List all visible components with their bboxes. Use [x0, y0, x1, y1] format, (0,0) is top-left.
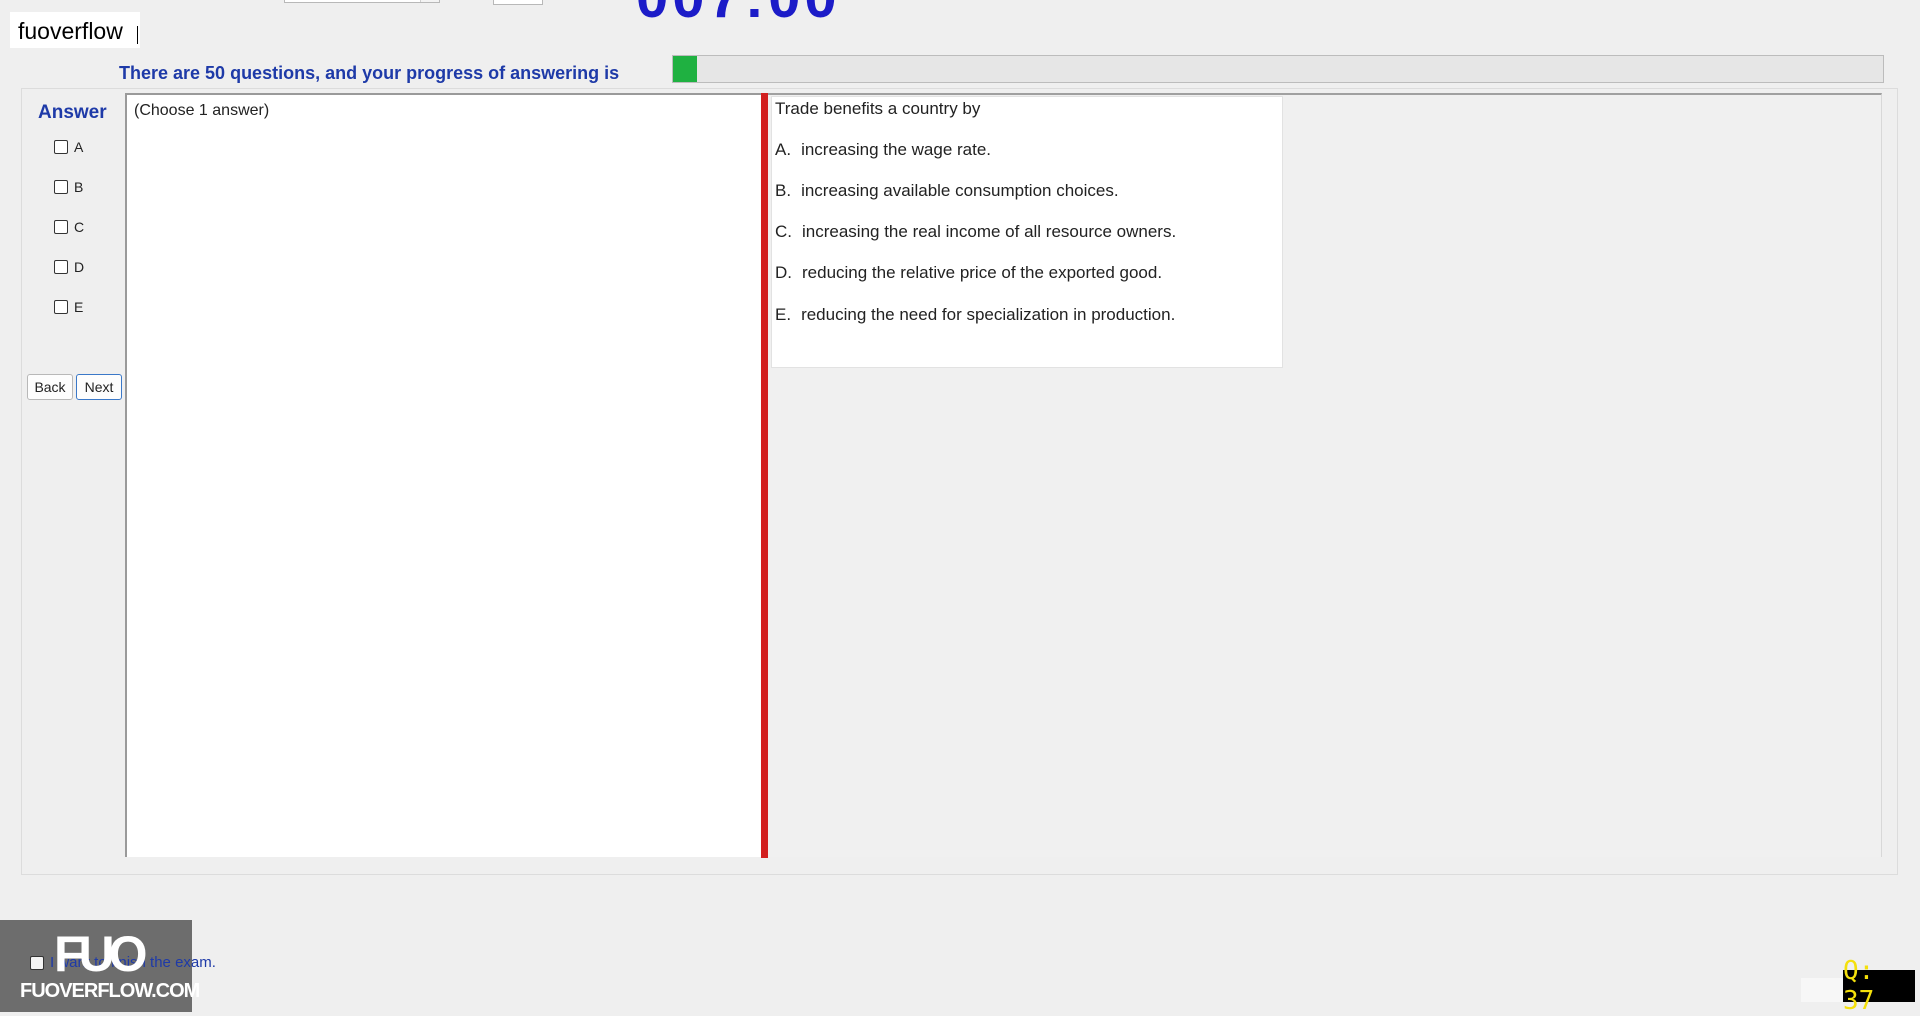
option-b[interactable]: B [54, 179, 83, 195]
answer-panel[interactable] [125, 93, 761, 857]
question-stem: Trade benefits a country by [775, 99, 981, 118]
site-label: fuoverflow [10, 12, 140, 48]
text-caret [136, 26, 138, 44]
site-label-text: fuoverflow [18, 18, 123, 44]
choice-letter: B. [775, 181, 792, 200]
choice-letter: C. [775, 222, 792, 241]
top-dropdown[interactable] [284, 0, 440, 3]
question-counter: Q: 37 [1843, 956, 1915, 1016]
finish-exam-checkbox[interactable] [30, 955, 44, 970]
option-c-checkbox[interactable] [54, 220, 68, 234]
option-e-checkbox[interactable] [54, 300, 68, 314]
splitter-divider[interactable] [761, 93, 768, 858]
option-d-checkbox[interactable] [54, 260, 68, 274]
progress-text: There are 50 questions, and your progres… [119, 63, 620, 83]
question-choice-a: A. increasing the wage rate. [775, 140, 991, 160]
choice-text: increasing the real income of all resour… [802, 222, 1177, 241]
option-d-label: D [74, 259, 85, 275]
back-button[interactable]: Back [27, 374, 73, 400]
choice-text: reducing the relative price of the expor… [802, 263, 1163, 282]
choice-text: increasing the wage rate. [801, 140, 992, 159]
counter-background [1801, 978, 1845, 1002]
option-b-checkbox[interactable] [54, 180, 68, 194]
next-button[interactable]: Next [76, 374, 122, 400]
option-c[interactable]: C [54, 219, 84, 235]
option-a-label: A [74, 139, 84, 155]
option-e-label: E [74, 299, 84, 315]
choice-text: increasing available consumption choices… [801, 181, 1119, 200]
question-choice-b: B. increasing available consumption choic… [775, 181, 1119, 201]
answer-hint: (Choose 1 answer) [134, 102, 270, 119]
option-e[interactable]: E [54, 299, 83, 315]
progress-fill [673, 56, 698, 82]
option-a-checkbox[interactable] [54, 140, 68, 154]
progress-bar [672, 55, 1884, 83]
choice-letter: D. [775, 263, 792, 282]
choice-text: reducing the need for specialization in … [801, 305, 1176, 324]
question-choice-d: D. reducing the relative price of the exp… [775, 263, 1162, 283]
option-d[interactable]: D [54, 259, 84, 275]
logo-text: FUOVERFLOW.COM [20, 980, 200, 1002]
choice-letter: A. [775, 140, 792, 159]
option-b-label: B [74, 179, 84, 195]
question-choice-c: C. increasing the real income of all reso… [775, 222, 1176, 242]
option-a[interactable]: A [54, 139, 83, 155]
answer-title: Answer [38, 102, 107, 123]
top-small-field[interactable] [493, 0, 543, 5]
question-choice-e: E. reducing the need for specialization i… [775, 305, 1175, 325]
option-c-label: C [74, 219, 85, 235]
choice-letter: E. [775, 305, 792, 324]
logo-mark: FUO [54, 926, 148, 982]
exam-timer: 007:00 [636, 0, 841, 31]
